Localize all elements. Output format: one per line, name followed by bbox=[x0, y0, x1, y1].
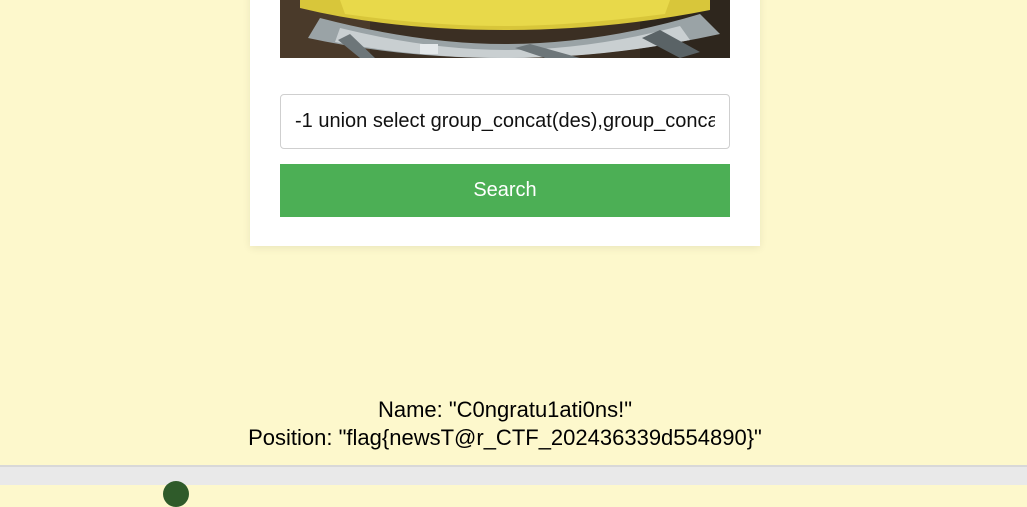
cartoon-character-image bbox=[280, 0, 730, 58]
hero-image bbox=[280, 0, 730, 58]
bottom-taskbar bbox=[0, 465, 1027, 507]
result-position-line: Position: "flag{newsT@r_CTF_202436339d55… bbox=[248, 425, 762, 450]
search-button[interactable]: Search bbox=[280, 164, 730, 217]
query-results: Name: "C0ngratu1ati0ns!" Position: "flag… bbox=[0, 396, 1010, 452]
search-card: Search bbox=[250, 0, 760, 246]
result-name-line: Name: "C0ngratu1ati0ns!" bbox=[377, 397, 633, 422]
search-input[interactable] bbox=[280, 94, 730, 149]
